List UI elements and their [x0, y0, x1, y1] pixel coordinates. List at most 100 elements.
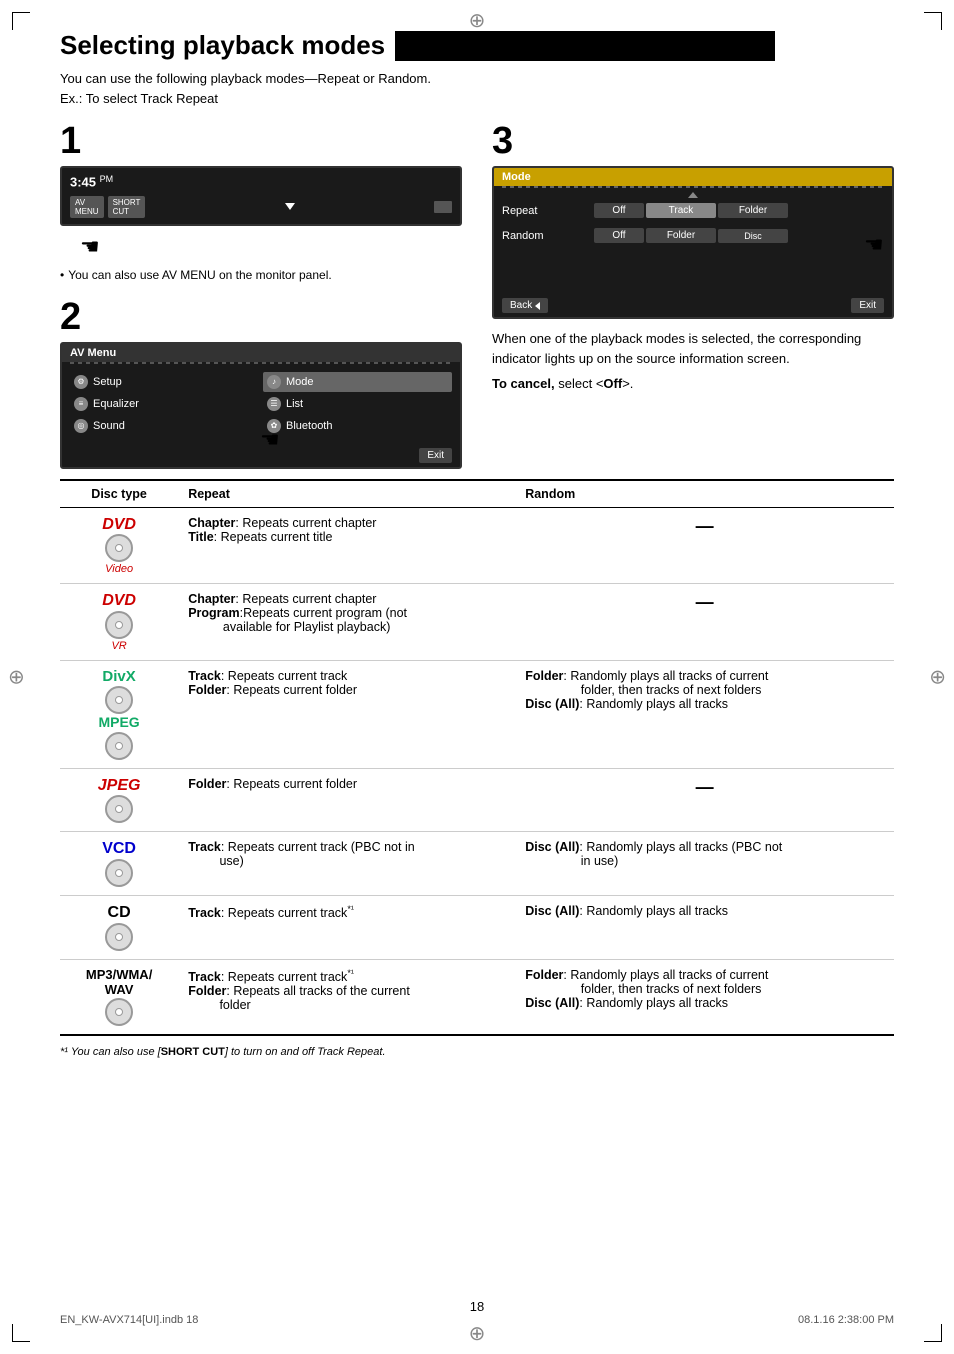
random-folder[interactable]: Folder: [646, 228, 716, 243]
mode-row-repeat: Repeat Off Track Folder: [494, 200, 892, 221]
step-1-note: • You can also use AV MENU on the monito…: [60, 268, 462, 282]
repeat-folder-jpeg-label: Folder: [188, 777, 226, 791]
step-2-number: 2: [60, 298, 462, 336]
repeat-track-divx-label: Track: [188, 669, 221, 683]
repeat-off[interactable]: Off: [594, 203, 644, 218]
intro-text: You can use the following playback modes…: [60, 69, 894, 108]
random-dvd-vr: —: [515, 584, 894, 661]
footnote-marker: *¹: [60, 1046, 71, 1058]
dvd-video-disc: [105, 534, 133, 562]
av-menu-item-setup[interactable]: ⚙ Setup: [70, 372, 259, 392]
table-row: JPEG Folder: Repeats current folder —: [60, 768, 894, 832]
step-1-screen: 3:45 PM AVMENU SHORTCUT: [60, 166, 462, 226]
repeat-track[interactable]: Track: [646, 203, 716, 218]
to-cancel-text: To cancel, select <Off>.: [492, 376, 894, 391]
av-menu-item-equalizer[interactable]: ≡ Equalizer: [70, 394, 259, 414]
cd-label: CD: [108, 904, 131, 922]
step-1-number: 1: [60, 122, 462, 160]
mode-back-button[interactable]: Back: [502, 298, 548, 313]
reg-mark-right: ⊕: [929, 665, 946, 690]
repeat-cd: Track: Repeats current track*¹: [178, 895, 515, 959]
bullet-1: •: [60, 268, 64, 282]
step-3-description: When one of the playback modes is select…: [492, 329, 894, 368]
jpeg-wrapper: JPEG: [70, 777, 168, 824]
repeat-divx: Track: Repeats current track Folder: Rep…: [178, 660, 515, 768]
short-cut-btn[interactable]: SHORTCUT: [108, 196, 146, 218]
repeat-track-mp3-label: Track: [188, 970, 221, 984]
mode-bottom-row: Back Exit: [494, 292, 892, 317]
av-exit-button[interactable]: Exit: [419, 448, 452, 463]
mp3-wrapper: MP3/WMA/ WAV: [70, 968, 168, 1027]
random-disc-all-cd-label: Disc (All): [525, 904, 579, 918]
random-disc-all-vcd-label: Disc (All): [525, 840, 579, 854]
hand-icon-2: ☛: [260, 427, 280, 453]
table-row: MP3/WMA/ WAV Track: Repeats current trac…: [60, 959, 894, 1035]
intro-line-1: You can use the following playback modes…: [60, 71, 431, 86]
footer-left-text: EN_KW-AVX714[UI].indb 18: [60, 1314, 198, 1326]
section-title-text: Selecting playback modes: [60, 30, 385, 61]
reg-mark-left: ⊕: [8, 665, 25, 690]
dvd-vr-dash: —: [696, 592, 714, 612]
playback-table: Disc type Repeat Random DVD Video Chapte…: [60, 479, 894, 1036]
page-number: 18: [470, 1299, 484, 1314]
random-divx: Folder: Randomly plays all tracks of cur…: [515, 660, 894, 768]
footnote-ref-1: *¹: [347, 904, 354, 914]
repeat-title-label: Title: [188, 530, 213, 544]
av-menu-item-list[interactable]: ☰ List: [263, 394, 452, 414]
repeat-chapter-label: Chapter: [188, 516, 235, 530]
dvd-vr-sub: VR: [111, 640, 126, 652]
step-1: 1 3:45 PM AVMENU SHORTCUT: [60, 122, 462, 282]
back-triangle-icon: [535, 302, 540, 310]
step-right-column: 3 Mode Repeat Off Track Folder Ra: [492, 122, 894, 461]
wav-label: WAV: [105, 983, 134, 997]
screen-time: 3:45: [70, 175, 100, 190]
step-left-column: 1 3:45 PM AVMENU SHORTCUT: [60, 122, 462, 461]
random-off[interactable]: Off: [594, 228, 644, 243]
intro-line-2: Ex.: To select Track Repeat: [60, 91, 218, 106]
av-menu-divider: [70, 362, 452, 364]
th-random: Random: [515, 480, 894, 508]
corner-mark-br: [924, 1324, 942, 1342]
disc-type-dvd-video: DVD Video: [60, 507, 178, 584]
av-menu-item-mode[interactable]: ♪ Mode: [263, 372, 452, 392]
mode-divider: [502, 186, 884, 188]
table-row: DivX MPEG Track: Repeats current track F…: [60, 660, 894, 768]
mpeg-disc: [105, 732, 133, 760]
dvd-video-sub: Video: [105, 563, 133, 575]
repeat-chapter-vr-label: Chapter: [188, 592, 235, 606]
list-icon: ☰: [267, 397, 281, 411]
screen-top-row: 3:45 PM: [70, 174, 452, 190]
random-disc[interactable]: Disc: [718, 229, 788, 243]
corner-mark-bl: [12, 1324, 30, 1342]
mode-exit-button[interactable]: Exit: [851, 298, 884, 313]
dvd-vr-disc: [105, 611, 133, 639]
av-menu-item-sound[interactable]: ◎ Sound: [70, 416, 259, 436]
footer-right-text: 08.1.16 2:38:00 PM: [798, 1314, 894, 1326]
mode-icon: ♪: [267, 375, 281, 389]
to-cancel-action: select <Off>.: [558, 376, 633, 391]
step-3-mode-screen: Mode Repeat Off Track Folder Random Off: [492, 166, 894, 319]
av-menu-btn[interactable]: AVMENU: [70, 196, 104, 218]
random-cd: Disc (All): Randomly plays all tracks: [515, 895, 894, 959]
equalizer-icon: ≡: [74, 397, 88, 411]
av-menu-item-bluetooth[interactable]: ✿ Bluetooth: [263, 416, 452, 436]
mode-label: Mode: [286, 376, 314, 388]
sound-icon: ◎: [74, 419, 88, 433]
vcd-wrapper: VCD: [70, 840, 168, 887]
hand-icon-1: ☛: [80, 234, 100, 260]
repeat-folder[interactable]: Folder: [718, 203, 788, 218]
step-3-number: 3: [492, 122, 894, 160]
repeat-mp3: Track: Repeats current track*¹ Folder: R…: [178, 959, 515, 1035]
table-row: CD Track: Repeats current track*¹ Disc (…: [60, 895, 894, 959]
repeat-track-vcd-label: Track: [188, 840, 221, 854]
random-folder-divx-label: Folder: [525, 669, 563, 683]
vcd-disc: [105, 859, 133, 887]
setup-label: Setup: [93, 376, 122, 388]
cd-disc: [105, 923, 133, 951]
repeat-label: Repeat: [502, 205, 592, 217]
repeat-dvd-vr: Chapter: Repeats current chapter Program…: [178, 584, 515, 661]
table-header-row: Disc type Repeat Random: [60, 480, 894, 508]
disc-type-vcd: VCD: [60, 832, 178, 896]
mp3-label: MP3/WMA/: [86, 968, 152, 982]
mode-spacer: [494, 258, 892, 288]
